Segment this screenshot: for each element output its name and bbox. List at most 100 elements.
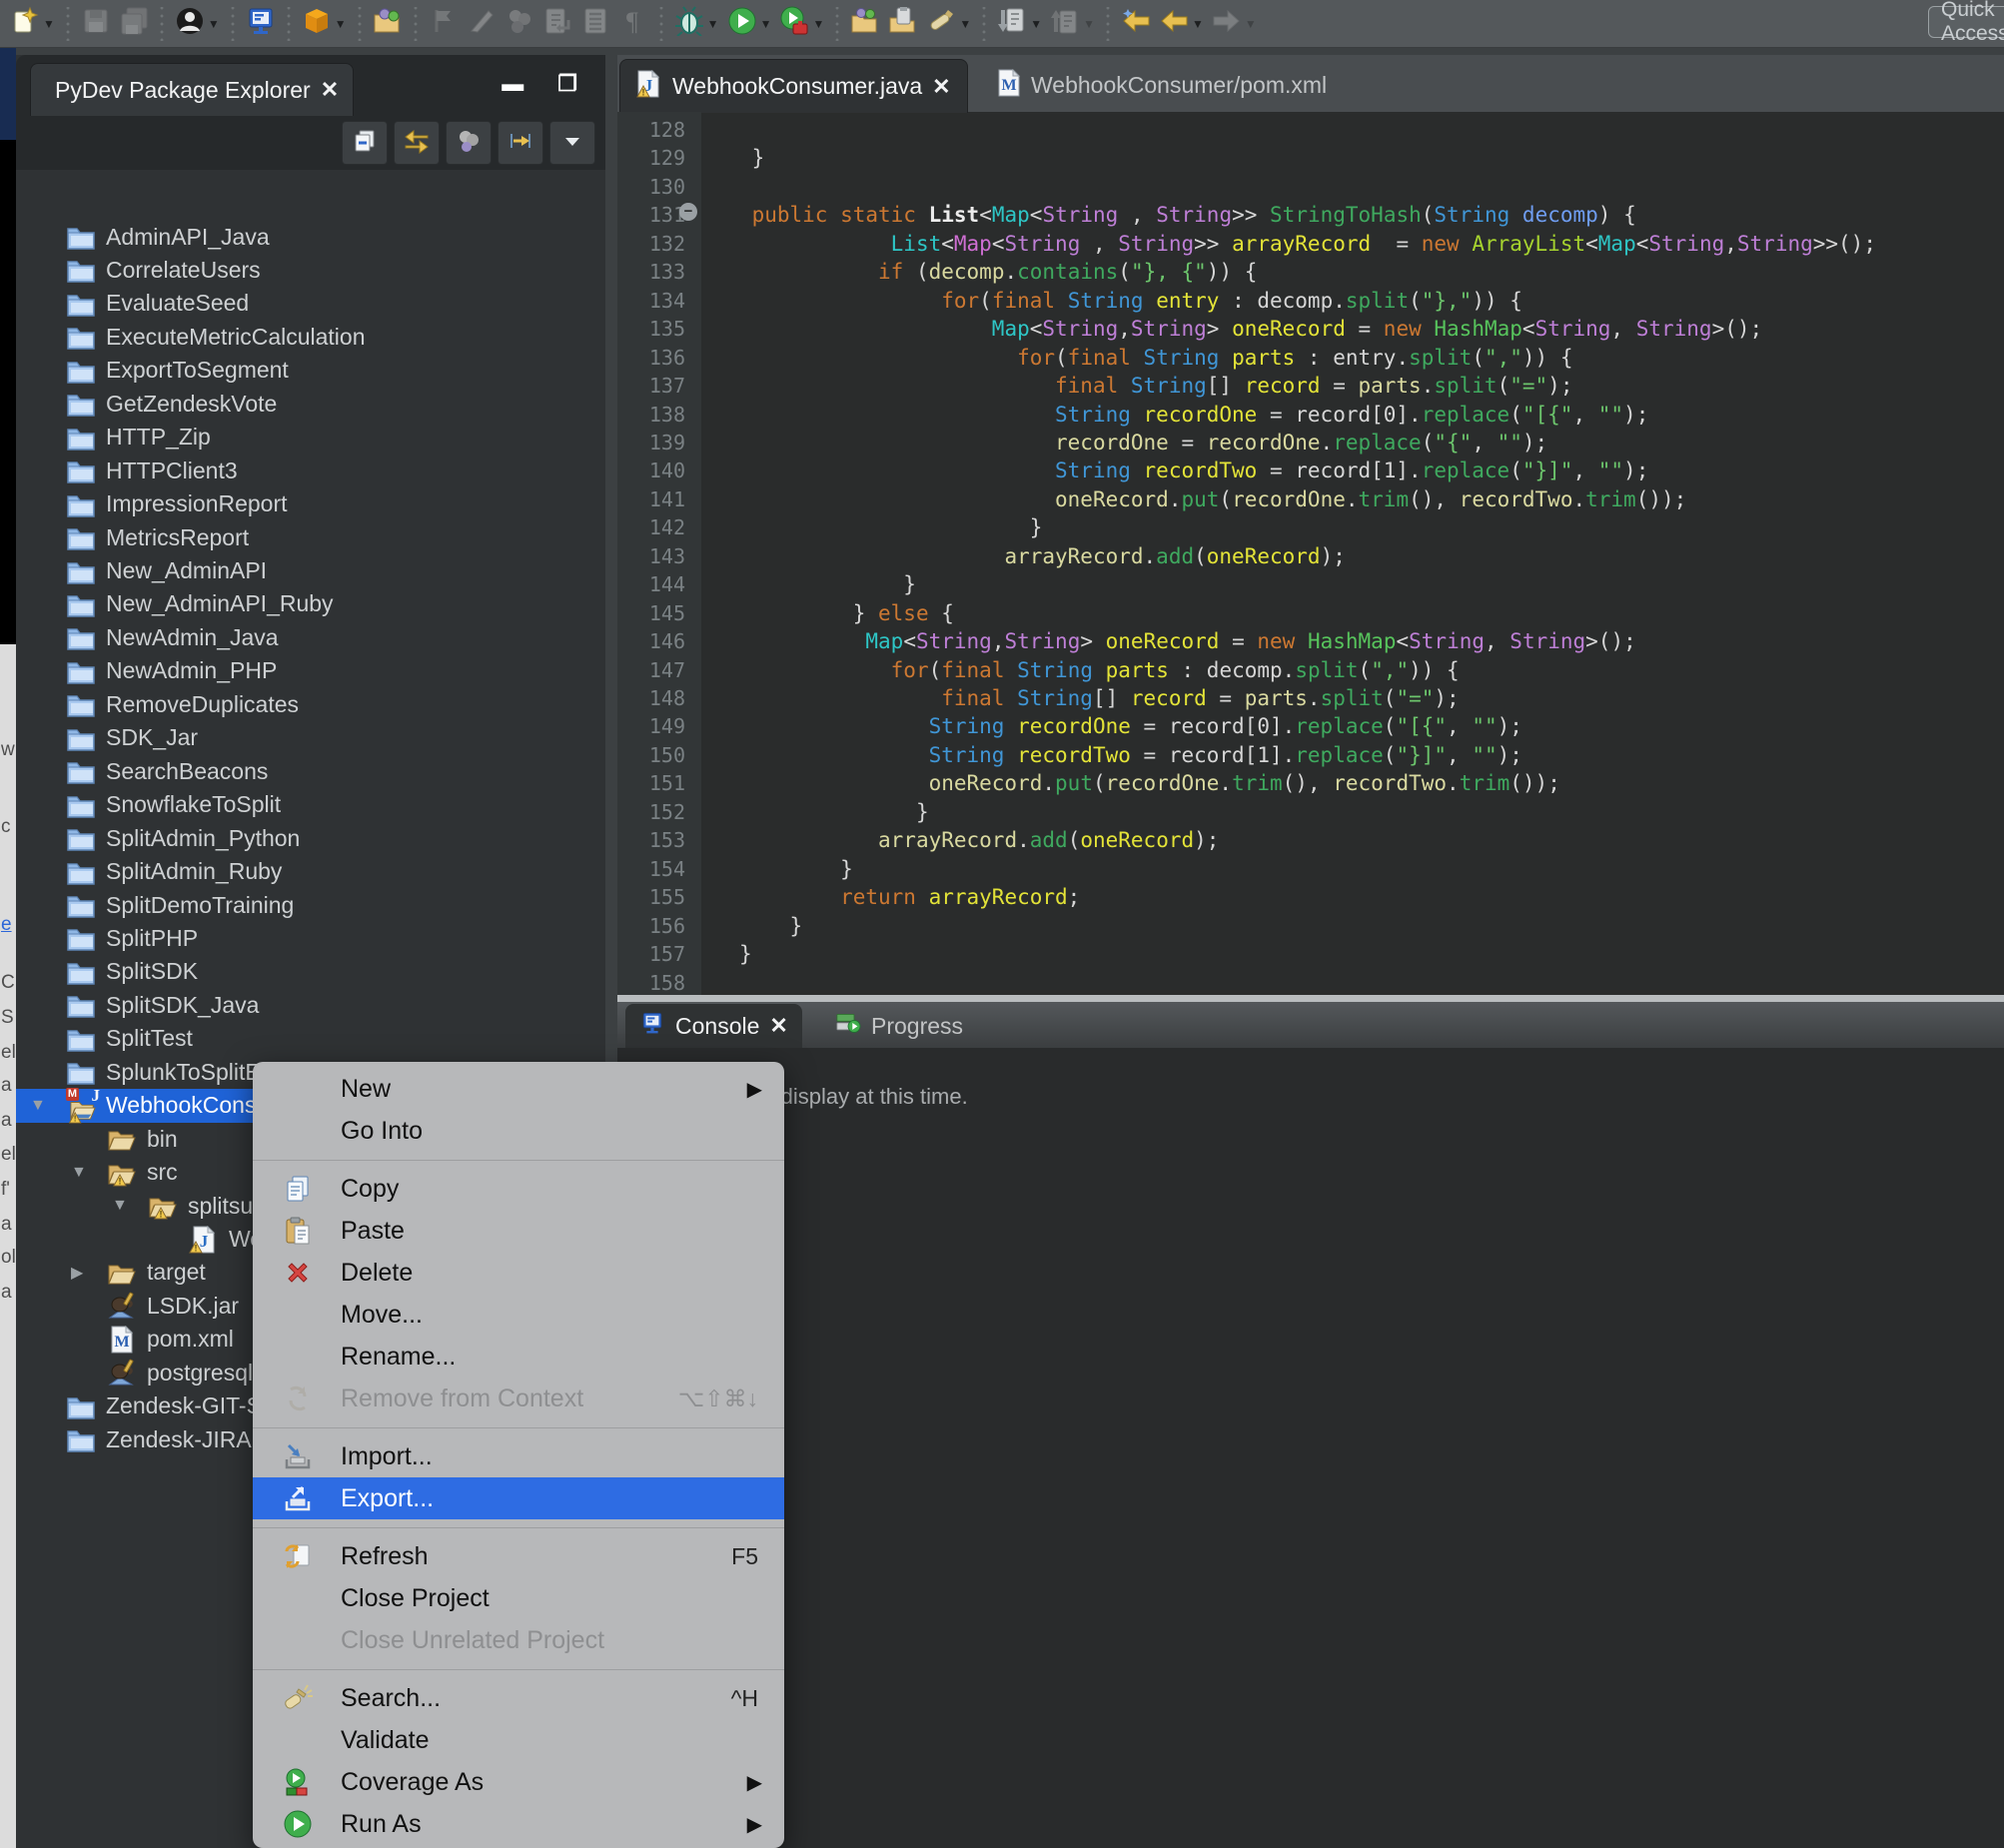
maximize-icon[interactable]: ❐: [557, 71, 577, 97]
new-wizard-button[interactable]: ▼: [6, 4, 59, 44]
collapse-all-button[interactable]: [342, 121, 388, 165]
dropdown-arrow-icon[interactable]: ▼: [760, 17, 772, 31]
tree-item-correlateusers[interactable]: CorrelateUsers: [16, 253, 605, 287]
explorer-tab[interactable]: PyDev Package Explorer ✕: [30, 63, 354, 116]
menu-item-move[interactable]: Move...: [253, 1294, 784, 1336]
tree-item-http-zip[interactable]: HTTP_Zip: [16, 421, 605, 455]
tree-item-evaluateseed[interactable]: EvaluateSeed: [16, 287, 605, 321]
code-line-135: Map<String,String> oneRecord = new HashM…: [701, 315, 1762, 344]
back-arrow-button[interactable]: ▼: [1155, 4, 1208, 44]
dropdown-arrow-icon[interactable]: ▼: [812, 17, 824, 31]
dropdown-arrow-icon[interactable]: ▼: [1245, 17, 1257, 31]
pilcrow-icon: ¶: [618, 6, 648, 41]
open-task-button[interactable]: [369, 4, 407, 44]
menu-item-validate[interactable]: Validate: [253, 1719, 784, 1761]
marker-pen-button[interactable]: ▼: [922, 4, 975, 44]
chevron-expanded-icon[interactable]: ▼: [71, 1164, 87, 1182]
tree-item-sdk-jar[interactable]: SDK_Jar: [16, 721, 605, 755]
menu-item-coverage-as[interactable]: Coverage As▶: [253, 1761, 784, 1803]
tree-item-getzendeskvote[interactable]: GetZendeskVote: [16, 387, 605, 421]
tab-close-icon[interactable]: ✕: [932, 74, 950, 100]
tree-item-httpclient3[interactable]: HTTPClient3: [16, 454, 605, 487]
chevron-expanded-icon[interactable]: ▼: [30, 1097, 46, 1115]
tree-item-removeduplicates[interactable]: RemoveDuplicates: [16, 687, 605, 721]
background-text-fragment: a: [1, 1110, 12, 1132]
tree-item-newadmin-java[interactable]: NewAdmin_Java: [16, 620, 605, 654]
tree-item-splitadmin-ruby[interactable]: SplitAdmin_Ruby: [16, 855, 605, 889]
next-annotation-button[interactable]: ▼: [993, 4, 1046, 44]
menu-item-run-as[interactable]: Run As▶: [253, 1803, 784, 1845]
console-tabstrip: Console✕ Progress: [617, 1002, 2004, 1048]
menu-item-delete[interactable]: Delete: [253, 1252, 784, 1294]
debug-bug-button[interactable]: ▼: [670, 4, 723, 44]
minimize-icon[interactable]: ▬: [501, 71, 523, 97]
tree-item-snowflaketosplit[interactable]: SnowflakeToSplit: [16, 788, 605, 822]
link-editor-button[interactable]: [394, 121, 440, 165]
console-tab-console[interactable]: Console✕: [625, 1004, 802, 1048]
tree-item-impressionreport[interactable]: ImpressionReport: [16, 487, 605, 521]
menu-item-refresh[interactable]: RefreshF5: [253, 1535, 784, 1577]
dropdown-arrow-icon[interactable]: ▼: [1030, 17, 1042, 31]
editor-console-splitter[interactable]: [617, 995, 2004, 1002]
tree-item-exporttosegment[interactable]: ExportToSegment: [16, 354, 605, 388]
console-view-icon: [246, 6, 276, 41]
menu-item-search[interactable]: Search...^H: [253, 1677, 784, 1719]
dropdown-arrow-icon[interactable]: ▼: [707, 17, 719, 31]
tree-item-new-adminapi-ruby[interactable]: New_AdminAPI_Ruby: [16, 587, 605, 621]
tree-item-searchbeacons[interactable]: SearchBeacons: [16, 754, 605, 788]
menu-item-close-project[interactable]: Close Project: [253, 1577, 784, 1619]
menu-item-label: Remove from Context: [341, 1385, 583, 1413]
code-line-144: }: [701, 570, 916, 599]
new-package-button[interactable]: ▼: [298, 4, 351, 44]
dropdown-arrow-icon[interactable]: ▼: [1083, 17, 1095, 31]
run-play-button[interactable]: ▼: [723, 4, 776, 44]
dropdown-arrow-icon[interactable]: ▼: [208, 17, 220, 31]
chevron-expanded-icon[interactable]: ▼: [112, 1197, 128, 1215]
align-arrow-icon: [507, 128, 533, 159]
tree-item-new-adminapi[interactable]: New_AdminAPI: [16, 554, 605, 588]
chevron-collapsed-icon[interactable]: ▶: [71, 1263, 83, 1283]
menu-item-export[interactable]: Export...: [253, 1477, 784, 1519]
dropdown-arrow-icon[interactable]: ▼: [43, 17, 55, 31]
tree-item-adminapi-java[interactable]: AdminAPI_Java: [16, 220, 605, 254]
console-view-button[interactable]: [242, 4, 280, 44]
tab-close-icon[interactable]: ✕: [769, 1013, 787, 1039]
menu-item-import[interactable]: Import...: [253, 1435, 784, 1477]
menu-item-paste[interactable]: Paste: [253, 1210, 784, 1252]
back-star-button[interactable]: [1117, 4, 1155, 44]
quick-access-box[interactable]: Quick Access: [1928, 6, 2004, 38]
tree-item-splitphp[interactable]: SplitPHP: [16, 921, 605, 955]
view-menu-button[interactable]: [549, 121, 595, 165]
tree-item-splitadmin-python[interactable]: SplitAdmin_Python: [16, 821, 605, 855]
menu-item-new[interactable]: New▶: [253, 1068, 784, 1110]
align-arrow-button[interactable]: [498, 121, 543, 165]
open-resource-button[interactable]: [846, 4, 884, 44]
menu-item-rename[interactable]: Rename...: [253, 1336, 784, 1378]
forward-arrow-icon: [1212, 6, 1242, 41]
editor-tab-webhookconsumer-java[interactable]: J!WebhookConsumer.java✕: [619, 59, 968, 113]
tree-item-splittest[interactable]: SplitTest: [16, 1022, 605, 1056]
fold-marker[interactable]: −: [679, 203, 697, 221]
dropdown-arrow-icon[interactable]: ▼: [959, 17, 971, 31]
dropdown-arrow-icon[interactable]: ▼: [1192, 17, 1204, 31]
console-tab-progress[interactable]: Progress: [821, 1004, 977, 1048]
tree-item-splitsdk-java[interactable]: SplitSDK_Java: [16, 988, 605, 1022]
editor-tab-webhookconsumer-pom-xml[interactable]: MWebhookConsumer/pom.xml: [981, 59, 1343, 112]
menu-item-go-into[interactable]: Go Into: [253, 1110, 784, 1152]
background-text-fragment: f': [1, 1179, 10, 1201]
menu-item-copy[interactable]: Copy: [253, 1168, 784, 1210]
tree-item-metricsreport[interactable]: MetricsReport: [16, 520, 605, 554]
tree-item-newadmin-php[interactable]: NewAdmin_PHP: [16, 654, 605, 688]
menu-item-label: Paste: [341, 1217, 405, 1246]
user-profile-button[interactable]: ▼: [171, 4, 224, 44]
profile-run-button[interactable]: ▼: [775, 4, 828, 44]
explorer-close-icon[interactable]: ✕: [321, 77, 339, 103]
focus-task-button[interactable]: [446, 121, 492, 165]
project-icon: [66, 557, 96, 585]
code-view[interactable]: } public static List<Map<String , String…: [701, 112, 2004, 995]
tree-item-splitsdk[interactable]: SplitSDK: [16, 955, 605, 989]
clipboard-folder-button[interactable]: [884, 4, 922, 44]
dropdown-arrow-icon[interactable]: ▼: [335, 17, 347, 31]
tree-item-executemetriccalculation[interactable]: ExecuteMetricCalculation: [16, 320, 605, 354]
tree-item-splitdemotraining[interactable]: SplitDemoTraining: [16, 888, 605, 922]
